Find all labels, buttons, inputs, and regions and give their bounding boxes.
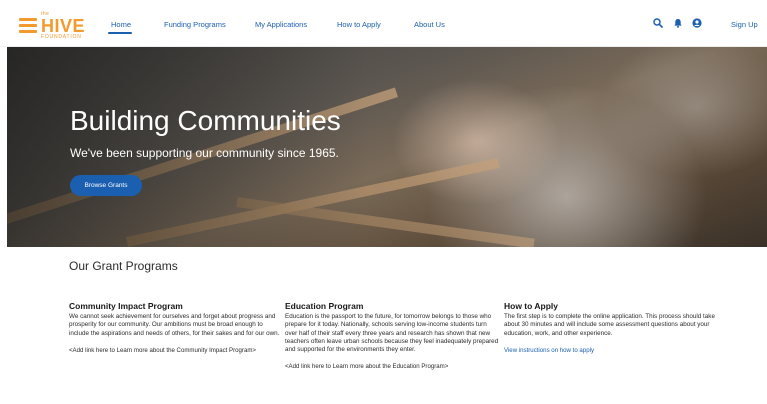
- user-icon[interactable]: [692, 18, 702, 28]
- search-icon[interactable]: [653, 18, 663, 28]
- nav-active-indicator: [108, 32, 132, 34]
- program-card-how-to-apply: How to Apply The first step is to comple…: [504, 301, 718, 355]
- community-impact-learn-more-link[interactable]: <Add link here to Learn more about the C…: [69, 347, 269, 355]
- programs-heading: Our Grant Programs: [69, 259, 178, 273]
- program-card-community-impact: Community Impact Program We cannot seek …: [69, 301, 281, 355]
- program-card-title: Education Program: [285, 301, 364, 311]
- bell-icon[interactable]: [673, 18, 683, 28]
- program-card-title: Community Impact Program: [69, 301, 183, 311]
- program-card-body: The first step is to complete the online…: [504, 313, 715, 337]
- hero-banner: Building Communities We've been supporti…: [7, 47, 767, 247]
- program-card-title: How to Apply: [504, 301, 558, 311]
- hero-subtitle: We've been supporting our community sinc…: [70, 146, 339, 160]
- browse-grants-button[interactable]: Browse Grants: [70, 175, 142, 196]
- main-nav: Home Funding Programs My Applications Ho…: [0, 0, 767, 47]
- program-card-education: Education Program Education is the passp…: [285, 301, 499, 371]
- nav-how-to-apply[interactable]: How to Apply: [337, 20, 381, 29]
- nav-funding-programs[interactable]: Funding Programs: [164, 20, 226, 29]
- signup-link[interactable]: Sign Up: [731, 20, 758, 29]
- nav-home[interactable]: Home: [111, 20, 131, 29]
- education-learn-more-link[interactable]: <Add link here to Learn more about the E…: [285, 363, 499, 371]
- nav-my-applications[interactable]: My Applications: [255, 20, 307, 29]
- program-card-body: We cannot seek achievement for ourselves…: [69, 313, 280, 337]
- nav-about-us[interactable]: About Us: [414, 20, 445, 29]
- site-header: the HIVE FOUNDATION Home Funding Program…: [0, 0, 767, 47]
- program-card-body: Education is the passport to the future,…: [285, 313, 499, 354]
- hero-title: Building Communities: [70, 105, 341, 136]
- view-instructions-link[interactable]: View instructions on how to apply: [504, 347, 718, 355]
